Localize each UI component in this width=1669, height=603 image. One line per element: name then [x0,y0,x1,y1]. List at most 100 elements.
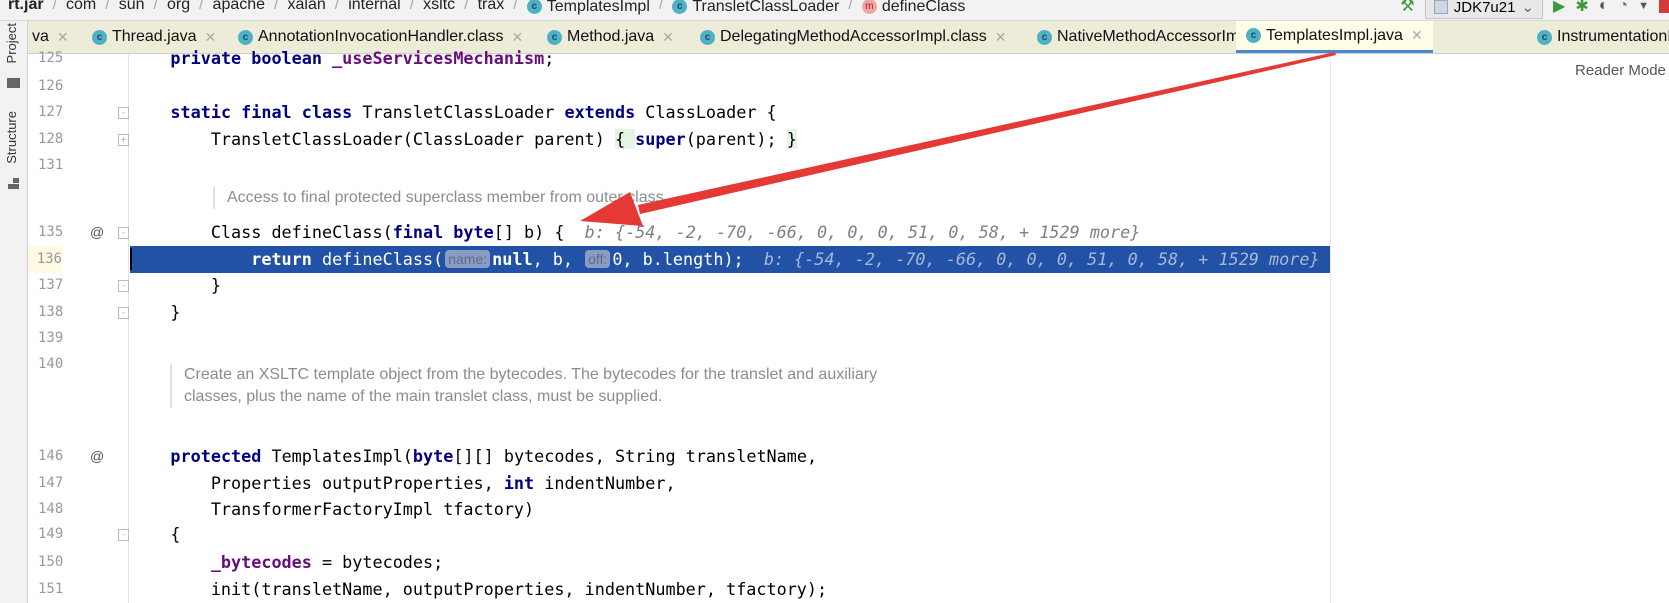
code-token: Class defineClass( [130,222,393,242]
code-token: } [130,275,221,295]
breadcrumb-item[interactable]: c TransletClassLoader [672,0,839,17]
code-line[interactable]: static final class TransletClassLoader e… [130,99,776,126]
code-token: ; [544,48,555,68]
code-token: (parent); [685,129,787,149]
line-number[interactable]: 131 [38,152,63,179]
line-number[interactable]: 135 [38,219,63,246]
breadcrumb-item[interactable]: trax [478,0,505,15]
line-number[interactable]: 139 [38,325,63,352]
editor-tab[interactable]: c TemplatesImpl.java ✕ [1236,21,1433,53]
more-dropdown-icon[interactable]: ▼ [1638,0,1649,12]
stop-icon[interactable] [1659,0,1669,13]
build-hammer-icon[interactable]: ⚒ [1400,0,1414,16]
coverage-icon[interactable]: ◐ [1599,0,1609,15]
override-marker-icon[interactable]: @ [90,219,104,246]
line-number[interactable]: 148 [38,496,63,523]
close-tab-icon[interactable]: ✕ [512,29,524,46]
debug-value-hint: b: {-54, -2, -70, -66, 0, 0, 0, 51, 0, 5… [584,222,1141,242]
debug-value-hint: b: {-54, -2, -70, -66, 0, 0, 0, 51, 0, 5… [763,249,1320,269]
close-tab-icon[interactable]: ✕ [205,29,217,46]
code-line[interactable]: protected TemplatesImpl(byte[][] bytecod… [130,443,817,470]
class-icon: c [1246,28,1261,43]
line-number[interactable]: 128 [38,126,63,153]
code-token: extends [564,102,646,122]
class-icon: c [672,0,688,14]
code-line[interactable]: Properties outputProperties, int indentN… [130,470,676,497]
breadcrumb-item[interactable]: xsltc [423,0,455,15]
right-margin-guide [1330,54,1331,603]
line-number[interactable]: 126 [38,73,63,100]
code-token: final byte [392,222,494,242]
breadcrumb-item[interactable]: org [167,0,190,15]
current-execution-line[interactable]: return defineClass(name: null, b, off: 0, … [130,246,1330,273]
structure-tool-tab[interactable]: Structure [4,111,19,164]
line-number[interactable]: 150 [38,549,63,576]
breadcrumb-item[interactable]: c TemplatesImpl [526,0,650,17]
run-configuration-select[interactable]: JDK7u21 ⌄ [1424,0,1544,19]
breadcrumb-item[interactable]: internal [348,0,400,15]
breadcrumb-item[interactable]: xalan [288,0,326,15]
run-icon[interactable]: ▶ [1553,0,1565,16]
line-number[interactable]: 127 [38,99,63,126]
fold-toggle-icon[interactable]: + [118,134,129,146]
override-marker-icon[interactable]: @ [90,443,104,470]
code-line[interactable]: TransletClassLoader(ClassLoader parent) … [130,126,797,153]
editor-tab[interactable]: c DelegatingMethodAccessorImpl.class ✕ [690,21,1017,53]
class-icon: c [547,29,562,45]
breadcrumb-label: TransletClassLoader [692,0,840,15]
code-token: { [130,524,181,544]
debug-icon[interactable]: ✱ [1575,0,1588,16]
breadcrumb-item[interactable]: rt.jar [8,0,44,15]
line-number[interactable]: 149 [38,521,63,548]
code-token: byte [412,446,454,466]
close-tab-icon[interactable]: ✕ [662,29,674,46]
code-line[interactable]: Class defineClass(final byte[] b) { b: {… [130,219,1141,246]
code-line[interactable]: TransformerFactoryImpl tfactory) [130,496,534,523]
project-tool-tab[interactable]: Project [4,23,19,63]
code-token: [] b) { [493,222,585,242]
fold-toggle-icon[interactable]: - [118,529,129,541]
breadcrumb-label: com [66,0,97,13]
code-line[interactable]: { [130,521,181,548]
profile-icon[interactable]: ◔ [1618,0,1628,15]
breadcrumb-item[interactable]: apache [213,0,266,15]
fold-toggle-icon[interactable]: - [118,227,129,239]
class-icon: c [700,29,715,45]
run-config-label: JDK7u21 [1453,0,1516,16]
breadcrumb-separator: / [464,0,469,13]
code-line[interactable]: _bytecodes = bytecodes; [130,549,443,576]
line-number[interactable]: 136 [28,246,62,273]
breadcrumb-separator: / [334,0,340,13]
fold-toggle-icon[interactable]: - [118,107,129,119]
line-number[interactable]: 137 [38,272,63,299]
editor-tab[interactable]: c Method.java ✕ [537,21,684,53]
class-icon: c [238,29,253,45]
code-line[interactable]: } [130,272,221,299]
method-icon: m [861,0,877,14]
line-number[interactable]: 140 [38,351,63,378]
close-tab-icon[interactable]: ✕ [1411,27,1423,44]
fold-toggle-icon[interactable]: - [118,307,129,319]
breadcrumb-item[interactable]: m defineClass [861,0,965,17]
close-tab-icon[interactable]: ✕ [57,29,69,46]
fold-toggle-icon[interactable]: - [118,280,129,292]
breadcrumb-separator: / [658,0,664,13]
close-tab-icon[interactable]: ✕ [995,29,1007,46]
code-token: Properties outputProperties, [130,473,504,493]
code-line[interactable]: init(transletName, outputProperties, ind… [130,576,827,603]
breadcrumb-item[interactable]: com [66,0,96,15]
editor-tab[interactable]: c InstrumentationI [1527,21,1669,53]
breadcrumb-separator: / [153,0,158,13]
reader-mode-toggle[interactable]: Reader Mode [1575,62,1666,79]
line-number[interactable]: 147 [38,470,63,497]
code-line[interactable]: } [130,299,180,326]
line-number[interactable]: 125 [38,45,63,72]
line-number[interactable]: 146 [38,443,63,470]
line-number[interactable]: 138 [38,299,63,326]
toolbar: ⚒ JDK7u21 ⌄ ▶ ✱ ◐ ◔ ▼ [1400,0,1669,20]
code-token: 0, b.length); [612,249,764,269]
code-line[interactable]: private boolean _useServicesMechanism; [130,45,554,72]
breadcrumb-item[interactable]: sun [119,0,145,15]
line-number[interactable]: 151 [38,576,63,603]
tab-label: AnnotationInvocationHandler.class [258,28,504,45]
